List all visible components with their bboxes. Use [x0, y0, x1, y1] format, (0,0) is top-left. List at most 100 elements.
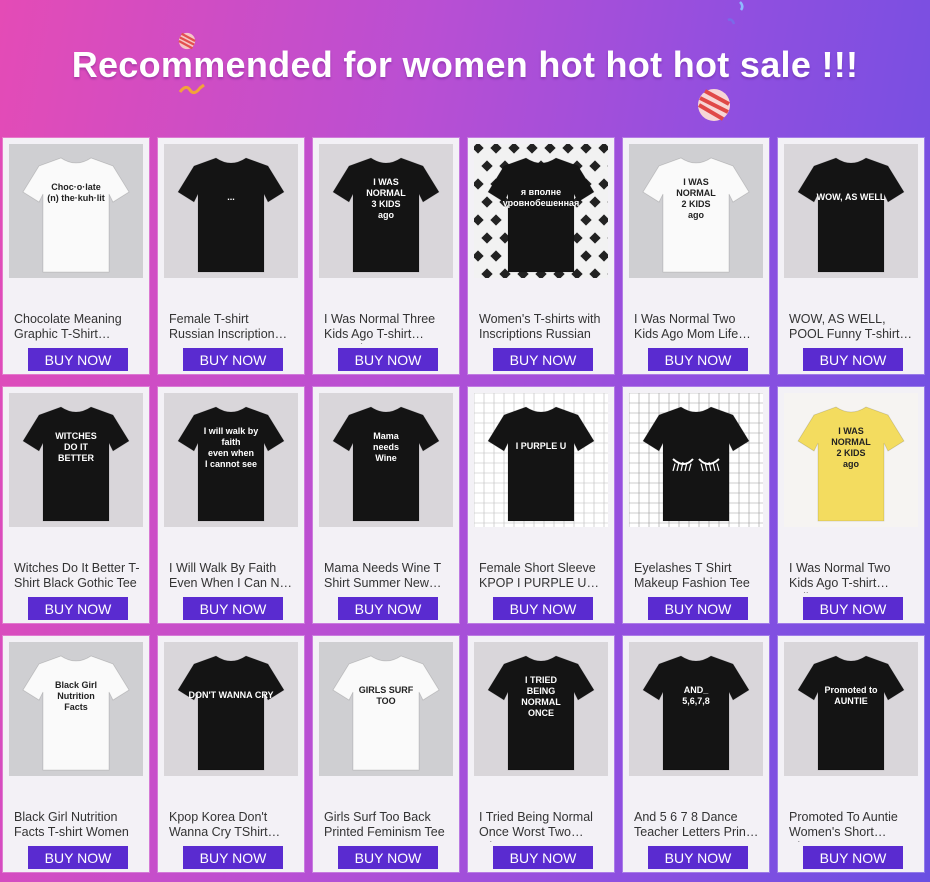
- product-title[interactable]: I Was Normal Two Kids Ago Mom Life Tee: [634, 312, 760, 344]
- product-card[interactable]: Promoted to AUNTIE Promoted To Auntie Wome…: [778, 636, 924, 872]
- product-card[interactable]: я вполне уровнобешенная Women's T-shirts w…: [468, 138, 614, 374]
- svg-text:BEING: BEING: [527, 686, 556, 696]
- product-image[interactable]: [629, 393, 763, 527]
- product-card[interactable]: I will walk by faith even when I cannot see…: [158, 387, 304, 623]
- svg-text:NORMAL: NORMAL: [366, 188, 406, 198]
- svg-text:faith: faith: [222, 437, 241, 447]
- buy-now-button[interactable]: BUY NOW: [493, 348, 593, 371]
- product-title[interactable]: Female Short Sleeve KPOP I PURPLE U Tee: [479, 561, 605, 593]
- product-title[interactable]: I Tried Being Normal Once Worst Two Minu…: [479, 810, 605, 842]
- product-image[interactable]: я вполне уровнобешенная: [474, 144, 608, 278]
- product-image[interactable]: Black Girl Nutrition Facts: [9, 642, 143, 776]
- svg-text:GIRLS SURF: GIRLS SURF: [359, 685, 414, 695]
- product-card[interactable]: I WAS NORMAL 2 KIDS ago I Was Normal Two Kid…: [778, 387, 924, 623]
- svg-text:I WAS: I WAS: [683, 177, 709, 187]
- svg-text:I WAS: I WAS: [838, 426, 864, 436]
- product-image[interactable]: I will walk by faith even when I cannot see: [164, 393, 298, 527]
- svg-text:needs: needs: [373, 442, 399, 452]
- product-card[interactable]: GIRLS SURF TOO Girls Surf Too Back Printed…: [313, 636, 459, 872]
- svg-text:уровнобешенная: уровнобешенная: [503, 198, 580, 208]
- product-title[interactable]: Girls Surf Too Back Printed Feminism Tee: [324, 810, 450, 842]
- product-image[interactable]: I WAS NORMAL 2 KIDS ago: [629, 144, 763, 278]
- product-image[interactable]: WOW, AS WELL: [784, 144, 918, 278]
- svg-text:(n) the·kuh·lit: (n) the·kuh·lit: [47, 193, 105, 203]
- buy-now-button[interactable]: BUY NOW: [648, 597, 748, 620]
- product-card[interactable]: Black Girl Nutrition Facts Black Girl Nutri…: [3, 636, 149, 872]
- product-image[interactable]: I WAS NORMAL 3 KIDS ago: [319, 144, 453, 278]
- product-title[interactable]: Women's T-shirts with Inscriptions Russi…: [479, 312, 605, 344]
- buy-now-button[interactable]: BUY NOW: [648, 846, 748, 869]
- buy-now-button[interactable]: BUY NOW: [338, 597, 438, 620]
- product-title[interactable]: WOW, AS WELL, POOL Funny T-shirt Women: [789, 312, 915, 344]
- svg-text:even when: even when: [208, 448, 254, 458]
- svg-text:Choc·o·late: Choc·o·late: [51, 182, 101, 192]
- buy-now-button[interactable]: BUY NOW: [28, 597, 128, 620]
- buy-now-button[interactable]: BUY NOW: [28, 846, 128, 869]
- product-title[interactable]: And 5 6 7 8 Dance Teacher Letters Print …: [634, 810, 760, 842]
- product-image[interactable]: ...: [164, 144, 298, 278]
- buy-now-button[interactable]: BUY NOW: [183, 846, 283, 869]
- product-image[interactable]: WITCHES DO IT BETTER: [9, 393, 143, 527]
- product-title[interactable]: Eyelashes T Shirt Makeup Fashion Tee: [634, 561, 760, 593]
- svg-text:NORMAL: NORMAL: [676, 188, 716, 198]
- product-image[interactable]: Promoted to AUNTIE: [784, 642, 918, 776]
- svg-text:ago: ago: [843, 459, 860, 469]
- svg-text:ONCE: ONCE: [528, 708, 554, 718]
- buy-now-button[interactable]: BUY NOW: [493, 597, 593, 620]
- product-image[interactable]: DON'T WANNA CRY: [164, 642, 298, 776]
- product-title[interactable]: Witches Do It Better T-Shirt Black Gothi…: [14, 561, 140, 593]
- svg-text:Nutrition: Nutrition: [57, 691, 95, 701]
- svg-text:3 KIDS: 3 KIDS: [371, 199, 400, 209]
- product-title[interactable]: I Will Walk By Faith Even When I Can Not…: [169, 561, 295, 593]
- buy-now-button[interactable]: BUY NOW: [183, 348, 283, 371]
- product-card[interactable]: Eyelashes T Shirt Makeup Fashion Tee BUY …: [623, 387, 769, 623]
- buy-now-button[interactable]: BUY NOW: [338, 348, 438, 371]
- svg-text:NORMAL: NORMAL: [521, 697, 561, 707]
- product-title[interactable]: I Was Normal Three Kids Ago T-shirt Casu…: [324, 312, 450, 344]
- product-title[interactable]: Female T-shirt Russian Inscription Tee: [169, 312, 295, 344]
- product-image[interactable]: I WAS NORMAL 2 KIDS ago: [784, 393, 918, 527]
- svg-text:5,6,7,8: 5,6,7,8: [682, 696, 710, 706]
- svg-text:BETTER: BETTER: [58, 453, 95, 463]
- product-card[interactable]: WOW, AS WELL WOW, AS WELL, POOL Funny T-s…: [778, 138, 924, 374]
- svg-text:I TRIED: I TRIED: [525, 675, 558, 685]
- buy-now-button[interactable]: BUY NOW: [338, 846, 438, 869]
- svg-text:DO IT: DO IT: [64, 442, 89, 452]
- product-title[interactable]: Black Girl Nutrition Facts T-shirt Women: [14, 810, 140, 842]
- buy-now-button[interactable]: BUY NOW: [493, 846, 593, 869]
- product-card[interactable]: I PURPLE U Female Short Sleeve KPOP I PUR…: [468, 387, 614, 623]
- product-image[interactable]: I TRIED BEING NORMAL ONCE: [474, 642, 608, 776]
- svg-text:I WAS: I WAS: [373, 177, 399, 187]
- svg-text:я вполне: я вполне: [521, 187, 561, 197]
- product-image[interactable]: Mama needs Wine: [319, 393, 453, 527]
- buy-now-button[interactable]: BUY NOW: [183, 597, 283, 620]
- product-card[interactable]: Mama needs Wine Mama Needs Wine T Shirt Sum…: [313, 387, 459, 623]
- svg-text:ago: ago: [378, 210, 395, 220]
- svg-text:WITCHES: WITCHES: [55, 431, 97, 441]
- product-image[interactable]: I PURPLE U: [474, 393, 608, 527]
- product-title[interactable]: Chocolate Meaning Graphic T-Shirt Women: [14, 312, 140, 344]
- buy-now-button[interactable]: BUY NOW: [28, 348, 128, 371]
- product-title[interactable]: Mama Needs Wine T Shirt Summer New Tee: [324, 561, 450, 593]
- product-image[interactable]: AND_ 5,6,7,8: [629, 642, 763, 776]
- product-card[interactable]: ... Female T-shirt Russian Inscription Te…: [158, 138, 304, 374]
- buy-now-button[interactable]: BUY NOW: [803, 348, 903, 371]
- product-card[interactable]: Choc·o·late (n) the·kuh·lit Chocolate Mean…: [3, 138, 149, 374]
- product-card[interactable]: WITCHES DO IT BETTER Witches Do It Better T…: [3, 387, 149, 623]
- product-title[interactable]: I Was Normal Two Kids Ago T-shirt Yellow: [789, 561, 915, 593]
- product-card[interactable]: I TRIED BEING NORMAL ONCE I Tried Being Norm…: [468, 636, 614, 872]
- product-card[interactable]: DON'T WANNA CRY Kpop Korea Don't Wanna Cr…: [158, 636, 304, 872]
- product-card[interactable]: I WAS NORMAL 3 KIDS ago I Was Normal Three K…: [313, 138, 459, 374]
- product-card[interactable]: I WAS NORMAL 2 KIDS ago I Was Normal Two Kid…: [623, 138, 769, 374]
- svg-text:Black Girl: Black Girl: [55, 680, 97, 690]
- buy-now-button[interactable]: BUY NOW: [803, 846, 903, 869]
- product-card[interactable]: AND_ 5,6,7,8 And 5 6 7 8 Dance Teacher Let…: [623, 636, 769, 872]
- svg-text:Facts: Facts: [64, 702, 88, 712]
- buy-now-button[interactable]: BUY NOW: [803, 597, 903, 620]
- product-image[interactable]: GIRLS SURF TOO: [319, 642, 453, 776]
- product-image[interactable]: Choc·o·late (n) the·kuh·lit: [9, 144, 143, 278]
- product-title[interactable]: Kpop Korea Don't Wanna Cry TShirt Women: [169, 810, 295, 842]
- product-title[interactable]: Promoted To Auntie Women's Short Sleeve: [789, 810, 915, 842]
- buy-now-button[interactable]: BUY NOW: [648, 348, 748, 371]
- svg-text:2 KIDS: 2 KIDS: [681, 199, 710, 209]
